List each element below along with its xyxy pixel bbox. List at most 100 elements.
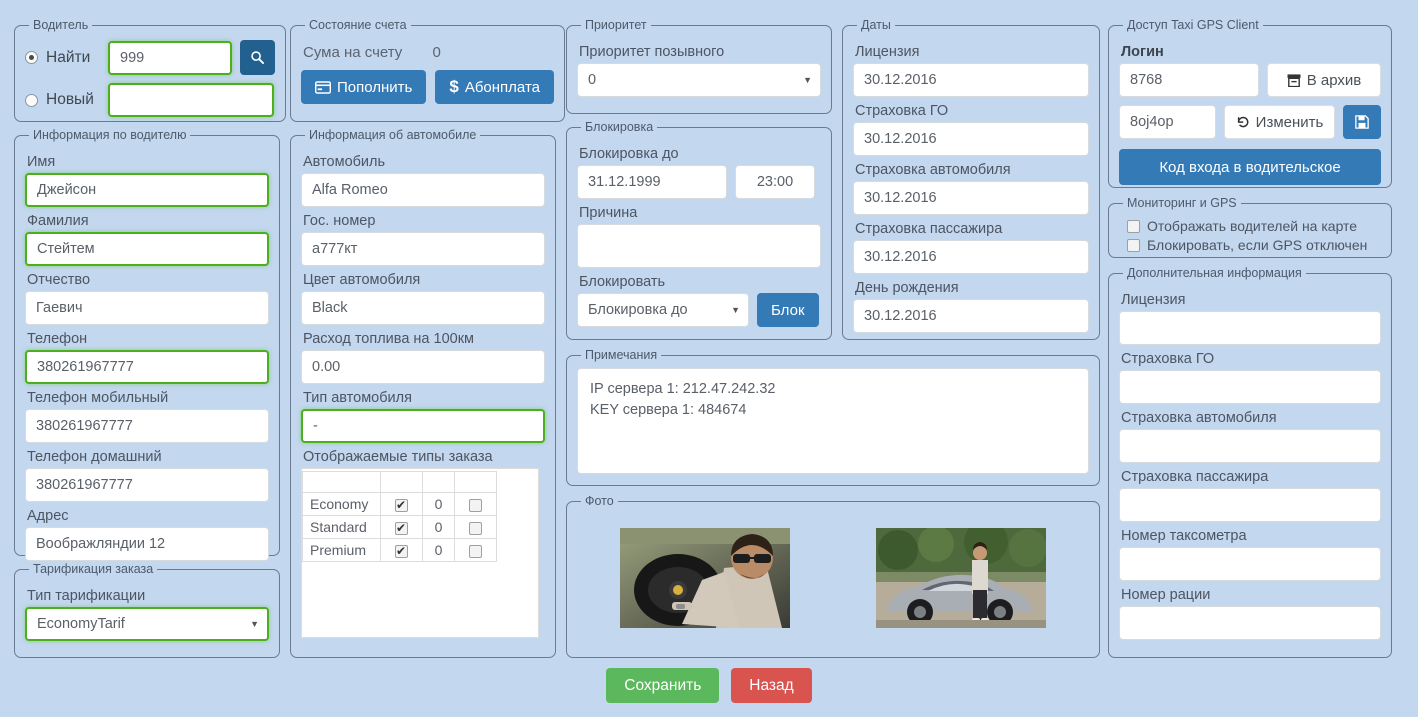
car-info-input-1[interactable]: а777кт [301, 232, 545, 266]
car-info-input-0[interactable]: Alfa Romeo [301, 173, 545, 207]
tarif-type-select[interactable]: EconomyTarif [25, 607, 269, 641]
order-type-count-2: 0 [421, 538, 456, 562]
entry-code-button[interactable]: Код входа в водительское [1119, 149, 1381, 185]
order-type-enabled-checkbox-0[interactable] [394, 496, 408, 514]
order-type-enabled-checkbox-1[interactable] [394, 519, 408, 537]
extra-info-input-2[interactable] [1119, 429, 1381, 463]
extra-info-label-4: Номер таксометра [1121, 528, 1247, 544]
driver-info-label-4: Телефон мобильный [27, 390, 169, 406]
driver-info-label-1: Фамилия [27, 213, 89, 229]
block-until-date-input[interactable]: 31.12.1999 [577, 165, 727, 199]
password-input[interactable]: 8oj4op [1119, 105, 1216, 139]
driver-new-input[interactable] [108, 83, 274, 117]
block-until-label: Блокировка до [579, 146, 679, 162]
driver-find-row: Найти 999 [25, 40, 275, 75]
order-type-enabled-cell-2 [380, 538, 423, 562]
extra-info-label-3: Страховка пассажира [1121, 469, 1269, 485]
driver-info-label-6: Адрес [27, 508, 69, 524]
block-until-row: 31.12.1999 23:00 [577, 165, 821, 199]
priority-panel: Приоритет Приоритет позывного 0 [566, 18, 832, 114]
order-type-extra-checkbox-0[interactable] [469, 498, 482, 512]
login-row: 8768 В архив [1119, 63, 1381, 97]
radio-new-label: Новый [46, 91, 94, 108]
extra-info-input-5[interactable] [1119, 606, 1381, 640]
order-type-count-0: 0 [421, 492, 456, 516]
driver-edit-page: Водитель Найти 999 Новый Информация по в… [0, 0, 1418, 717]
change-password-button[interactable]: Изменить [1224, 105, 1335, 139]
driver-photo-with-car[interactable] [876, 528, 1046, 628]
show-drivers-checkbox[interactable] [1127, 219, 1140, 233]
change-password-label: Изменить [1255, 113, 1324, 131]
account-buttons: Пополнить $ Абонплата [301, 70, 554, 104]
save-credentials-button[interactable] [1343, 105, 1381, 139]
car-info-label-1: Гос. номер [303, 213, 376, 229]
driver-info-input-6[interactable]: Воображляндии 12 [25, 527, 269, 561]
order-type-extra-checkbox-2[interactable] [469, 544, 482, 558]
car-info-legend: Информация об автомобиле [309, 128, 477, 142]
dates-input-1[interactable]: 30.12.2016 [853, 122, 1089, 156]
order-type-extra-cell-0 [454, 492, 497, 516]
login-label: Логин [1121, 44, 1164, 60]
extra-info-input-1[interactable] [1119, 370, 1381, 404]
footer-buttons: Сохранить Назад [0, 668, 1418, 703]
order-type-enabled-cell-0 [380, 492, 423, 516]
priority-select[interactable]: 0 [577, 63, 821, 97]
driver-info-input-5[interactable]: 380261967777 [25, 468, 269, 502]
block-gps-label: Блокировать, если GPS отключен [1147, 237, 1368, 253]
save-button[interactable]: Сохранить [606, 668, 720, 703]
block-button[interactable]: Блок [757, 293, 819, 327]
priority-legend: Приоритет [585, 18, 647, 32]
car-info-label-3: Расход топлива на 100км [303, 331, 475, 347]
block-gps-row: Блокировать, если GPS отключен [1127, 237, 1381, 253]
driver-info-label-2: Отчество [27, 272, 91, 288]
extra-info-input-0[interactable] [1119, 311, 1381, 345]
order-types-header-cell-0 [302, 471, 381, 493]
archive-button[interactable]: В архив [1267, 63, 1381, 97]
driver-photo-steering-wheel[interactable] [620, 528, 790, 628]
car-info-input-4[interactable]: - [301, 409, 545, 443]
credit-card-icon [315, 80, 331, 94]
notes-textarea[interactable]: IP сервера 1: 212.47.242.32 KEY сервера … [577, 368, 1089, 474]
order-type-enabled-checkbox-2[interactable] [394, 542, 408, 560]
block-gps-checkbox[interactable] [1127, 238, 1140, 252]
dates-input-2[interactable]: 30.12.2016 [853, 181, 1089, 215]
dates-input-4[interactable]: 30.12.2016 [853, 299, 1089, 333]
driver-info-label-5: Телефон домашний [27, 449, 162, 465]
order-types-header-cell-1 [380, 471, 423, 493]
radio-find[interactable] [25, 51, 38, 64]
photo-legend: Фото [585, 494, 614, 508]
driver-find-input[interactable]: 999 [108, 40, 232, 75]
account-sum-value: 0 [432, 44, 441, 61]
back-button[interactable]: Назад [731, 668, 812, 703]
dates-label-4: День рождения [855, 280, 959, 296]
order-type-extra-checkbox-1[interactable] [469, 521, 482, 535]
extra-info-fields: Лицензия Страховка ГО Страховка автомобиля… [1119, 292, 1381, 640]
dates-input-0[interactable]: 30.12.2016 [853, 63, 1089, 97]
driver-info-input-3[interactable]: 380261967777 [25, 350, 269, 384]
driver-info-input-0[interactable]: Джейсон [25, 173, 269, 207]
blocking-panel: Блокировка Блокировка до 31.12.1999 23:0… [566, 120, 832, 340]
extra-info-input-3[interactable] [1119, 488, 1381, 522]
block-action-select[interactable]: Блокировка до [577, 293, 749, 327]
block-reason-textarea[interactable] [577, 224, 821, 268]
notes-line-1: IP сервера 1: 212.47.242.32 [590, 381, 776, 397]
extra-info-label-0: Лицензия [1121, 292, 1186, 308]
subscription-button[interactable]: $ Абонплата [435, 70, 554, 104]
topup-button[interactable]: Пополнить [301, 70, 427, 104]
table-row: Economy 0 [302, 492, 497, 516]
order-type-name-2: Premium [302, 538, 381, 562]
dollar-icon: $ [449, 77, 459, 96]
monitoring-panel: Мониторинг и GPS Отображать водителей на… [1108, 196, 1392, 258]
driver-info-input-2[interactable]: Гаевич [25, 291, 269, 325]
floppy-save-icon [1355, 115, 1369, 129]
car-info-input-2[interactable]: Black [301, 291, 545, 325]
block-until-time-input[interactable]: 23:00 [735, 165, 815, 199]
login-input[interactable]: 8768 [1119, 63, 1259, 97]
radio-new[interactable] [25, 93, 38, 107]
driver-info-input-1[interactable]: Стейтем [25, 232, 269, 266]
dates-input-3[interactable]: 30.12.2016 [853, 240, 1089, 274]
driver-info-input-4[interactable]: 380261967777 [25, 409, 269, 443]
search-button[interactable] [240, 40, 275, 75]
car-info-input-3[interactable]: 0.00 [301, 350, 545, 384]
extra-info-input-4[interactable] [1119, 547, 1381, 581]
